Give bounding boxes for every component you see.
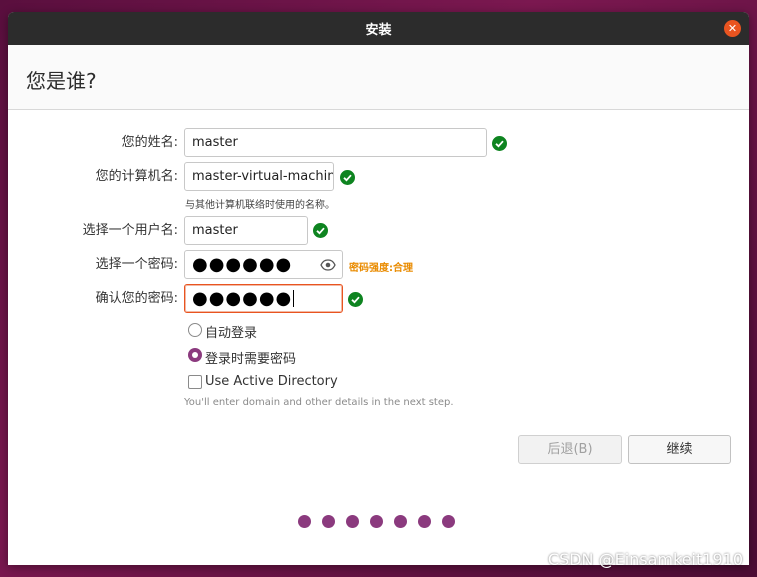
password-label: 选择一个密码: xyxy=(95,257,178,272)
text-cursor xyxy=(293,290,295,307)
username-field[interactable]: master xyxy=(184,216,308,245)
active-directory-hint: You'll enter domain and other details in… xyxy=(184,397,454,408)
show-password-eye-icon[interactable] xyxy=(320,257,336,273)
progress-dot-4 xyxy=(370,515,383,528)
computer-name-valid-check-icon xyxy=(340,170,355,185)
auto-login-label[interactable]: 自动登录 xyxy=(205,322,257,341)
csdn-watermark: CSDN @Einsamkeit1910 xyxy=(547,550,743,569)
progress-dot-3 xyxy=(346,515,359,528)
back-button[interactable]: 后退(B) xyxy=(518,435,622,464)
progress-dot-2 xyxy=(322,515,335,528)
page-header: 您是谁? xyxy=(8,45,749,110)
progress-dot-1 xyxy=(298,515,311,528)
confirm-password-field[interactable]: ●●●●●● xyxy=(184,284,343,313)
computer-name-hint: 与其他计算机联络时使用的名称。 xyxy=(185,200,335,211)
name-label: 您的姓名: xyxy=(121,135,178,150)
confirm-password-valid-check-icon xyxy=(348,292,363,307)
active-directory-label[interactable]: Use Active Directory xyxy=(205,374,338,389)
progress-dot-7 xyxy=(442,515,455,528)
name-valid-check-icon xyxy=(492,136,507,151)
close-icon[interactable]: ✕ xyxy=(724,20,741,37)
active-directory-checkbox[interactable] xyxy=(188,375,202,389)
require-password-label[interactable]: 登录时需要密码 xyxy=(205,348,296,367)
confirm-password-label: 确认您的密码: xyxy=(95,291,178,306)
require-password-radio[interactable] xyxy=(188,348,202,362)
confirm-password-dots: ●●●●●● xyxy=(192,288,293,309)
username-label: 选择一个用户名: xyxy=(82,223,178,238)
name-field[interactable]: master xyxy=(184,128,487,157)
password-dots: ●●●●●● xyxy=(192,254,293,275)
progress-dot-5 xyxy=(394,515,407,528)
auto-login-radio[interactable] xyxy=(188,323,202,337)
page-title: 您是谁? xyxy=(26,69,97,93)
window-title: 安装 xyxy=(365,23,392,38)
title-bar[interactable]: 安装 ✕ xyxy=(8,12,749,45)
continue-button[interactable]: 继续 xyxy=(628,435,731,464)
installer-window: 安装 ✕ 您是谁? 您的姓名: master 您的计算机名: master-vi… xyxy=(8,12,749,565)
password-strength-text: 密码强度:合理 xyxy=(349,263,413,274)
progress-dot-6 xyxy=(418,515,431,528)
computer-name-label: 您的计算机名: xyxy=(95,169,178,184)
computer-name-field[interactable]: master-virtual-machine xyxy=(184,162,334,191)
username-valid-check-icon xyxy=(313,223,328,238)
